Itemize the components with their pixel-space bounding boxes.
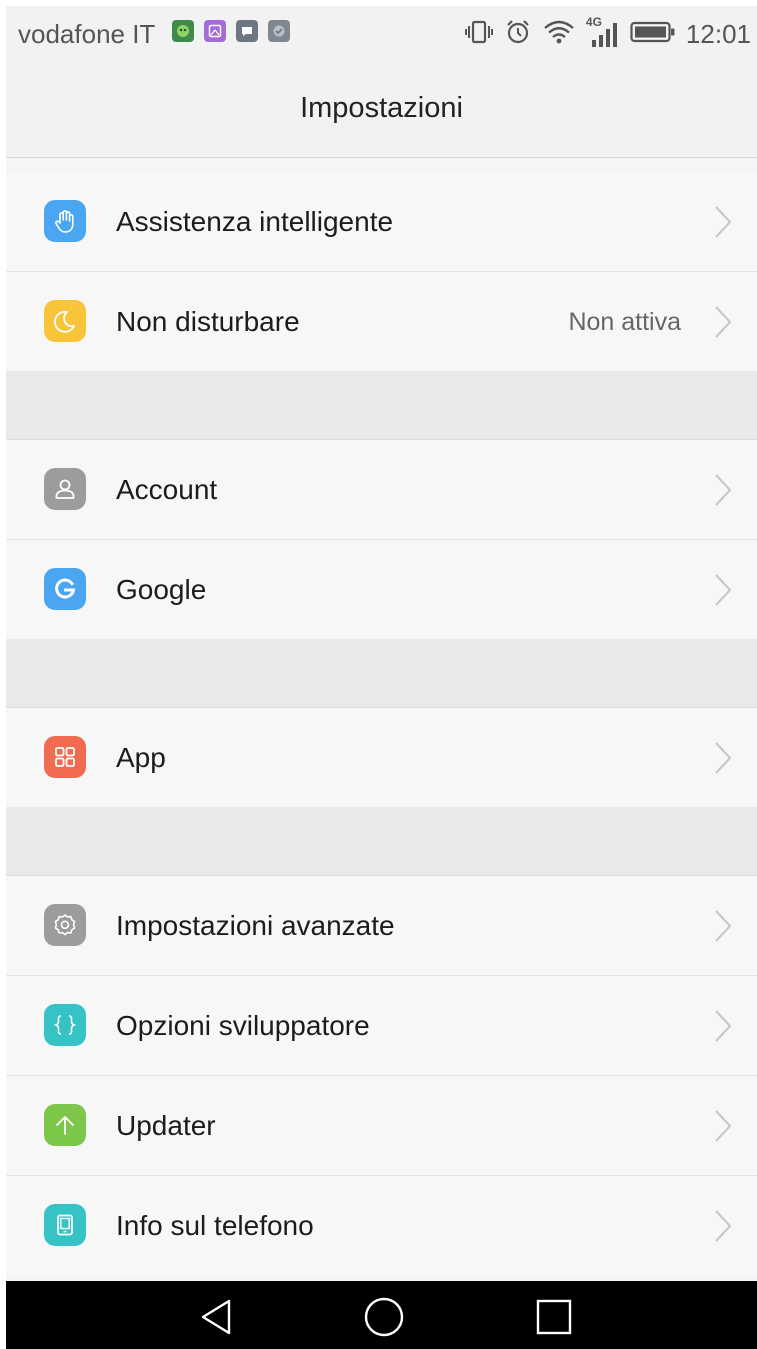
hand-icon — [44, 200, 86, 242]
settings-item-label: Google — [116, 574, 207, 605]
google-icon — [44, 568, 86, 610]
settings-item-assistenza-intelligente[interactable]: Assistenza intelligente — [6, 172, 757, 272]
alarm-icon — [504, 18, 532, 51]
message-notification-icon — [236, 20, 258, 42]
chevron-right-icon — [715, 1210, 732, 1242]
settings-item-info-sul-telefono[interactable]: Info sul telefono — [6, 1176, 757, 1275]
gallery-notification-icon — [204, 20, 226, 42]
shield-notification-icon — [268, 20, 290, 42]
settings-item-label: Impostazioni avanzate — [116, 910, 395, 941]
list-top-gap — [6, 158, 757, 172]
status-bar: vodafone IT 4G 12:01 — [6, 6, 757, 62]
moon-icon — [44, 300, 86, 342]
home-icon[interactable] — [362, 1295, 406, 1339]
gear-icon — [44, 904, 86, 946]
settings-screen: vodafone IT 4G 12:01 Impostazioni Assist… — [6, 6, 757, 1349]
section-divider — [6, 371, 757, 440]
section-divider — [6, 639, 757, 708]
section-divider — [6, 807, 757, 876]
carrier-name: vodafone IT — [18, 19, 156, 49]
settings-item-label: App — [116, 742, 166, 773]
status-indicators: 4G 12:01 — [464, 15, 751, 52]
settings-item-impostazioni-avanzate[interactable]: Impostazioni avanzate — [6, 876, 757, 976]
settings-item-account[interactable]: Account — [6, 440, 757, 540]
settings-item-updater[interactable]: Updater — [6, 1076, 757, 1176]
chevron-right-icon — [715, 1110, 732, 1142]
braces-icon — [44, 1004, 86, 1046]
navigation-bar — [6, 1281, 757, 1349]
chevron-right-icon — [715, 910, 732, 942]
chevron-right-icon — [715, 206, 732, 238]
notification-icons — [172, 20, 290, 42]
settings-item-label: Opzioni sviluppatore — [116, 1010, 370, 1041]
settings-item-status: Non attiva — [568, 308, 681, 336]
vibrate-icon — [464, 19, 494, 50]
battery-icon — [630, 20, 676, 49]
person-icon — [44, 468, 86, 510]
chevron-right-icon — [715, 306, 732, 338]
settings-item-label: Info sul telefono — [116, 1210, 314, 1241]
chevron-right-icon — [715, 574, 732, 606]
settings-item-label: Assistenza intelligente — [116, 206, 394, 237]
phone-icon — [44, 1204, 86, 1246]
chevron-right-icon — [715, 742, 732, 774]
chevron-right-icon — [715, 1010, 732, 1042]
chevron-right-icon — [715, 474, 732, 506]
title-bar: Impostazioni — [6, 62, 757, 158]
settings-item-opzioni-sviluppatore[interactable]: Opzioni sviluppatore — [6, 976, 757, 1076]
recents-icon[interactable] — [532, 1295, 576, 1339]
page-title: Impostazioni — [300, 92, 463, 124]
apps-grid-icon — [44, 736, 86, 778]
settings-list: Assistenza intelligente Non disturbare N… — [6, 158, 757, 1275]
settings-item-non-disturbare[interactable]: Non disturbare Non attiva — [6, 272, 757, 371]
app-notification-icon — [172, 20, 194, 42]
arrow-up-icon — [44, 1104, 86, 1146]
signal-icon: 4G — [586, 15, 620, 49]
settings-item-label: Non disturbare — [116, 306, 300, 337]
clock: 12:01 — [685, 19, 751, 49]
back-icon[interactable] — [195, 1295, 239, 1339]
settings-item-google[interactable]: Google — [6, 540, 757, 639]
settings-item-label: Account — [116, 474, 218, 505]
wifi-icon — [542, 19, 576, 50]
settings-item-app[interactable]: App — [6, 708, 757, 807]
settings-item-label: Updater — [116, 1110, 216, 1141]
